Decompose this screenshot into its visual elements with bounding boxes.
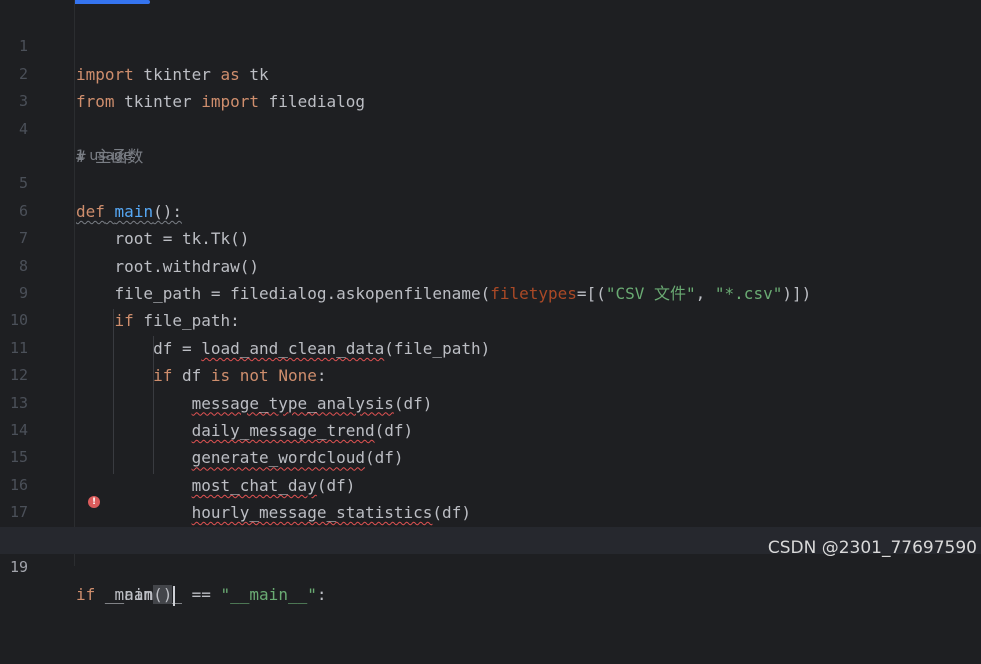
code-line-16[interactable]: 16 hourly_message_statistics(df)	[0, 444, 981, 522]
code-line-4[interactable]: 4 # 主函数	[0, 88, 981, 166]
code-line-3[interactable]: 3	[0, 61, 981, 110]
code-line-8[interactable]: 8 file_path = filedialog.askopenfilename…	[0, 225, 981, 303]
code-line-14[interactable]: 14 generate_wordcloud(df)	[0, 390, 981, 467]
matched-parens: ()	[153, 585, 173, 605]
code-line-9[interactable]: 9 if file_path:	[0, 253, 981, 330]
text-caret	[173, 585, 176, 606]
code-line-7[interactable]: 7 root.withdraw()	[0, 198, 981, 275]
code-line-6[interactable]: 6 root = tk.Tk()	[0, 170, 981, 248]
code-line-2[interactable]: 2 from tkinter import filedialog	[0, 33, 981, 111]
error-bulb-icon[interactable]: !	[88, 496, 100, 509]
watermark: CSDN @2301_77697590	[767, 538, 977, 558]
code-line-10[interactable]: 10 df = load_and_clean_data(file_path)	[0, 280, 981, 357]
run-gutter-icon[interactable]	[34, 504, 108, 549]
code-line-1[interactable]: 1 import tkinter as tk	[0, 6, 981, 83]
code-token: :	[316, 585, 327, 605]
code-token: main	[114, 585, 154, 605]
code-line-15[interactable]: 15 most_chat_day(df)	[0, 417, 981, 494]
code-line-17[interactable]: 17	[0, 472, 981, 521]
code-line-11[interactable]: 11 if df is not None:	[0, 307, 981, 385]
usage-hint-line[interactable]: 1 usage	[0, 116, 981, 164]
code-line-13[interactable]: 13 daily_message_trend(df)	[0, 362, 981, 440]
code-line-5[interactable]: 5 def main():	[0, 143, 981, 220]
code-line-12[interactable]: 12 message_type_analysis(df)	[0, 335, 981, 412]
code-line-18[interactable]: 18 if __name__ == "__main__": !	[0, 496, 981, 604]
line-number: 19	[9, 558, 28, 576]
string-literal: "__main__"	[220, 585, 317, 605]
